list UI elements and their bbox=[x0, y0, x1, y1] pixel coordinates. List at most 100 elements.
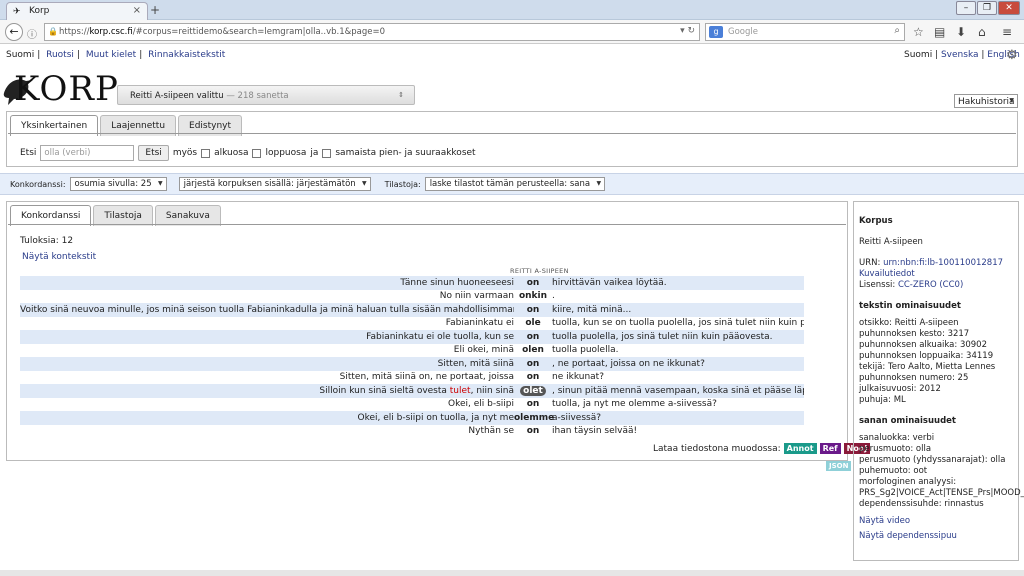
json-button[interactable]: JSON bbox=[826, 461, 852, 471]
corpus-heading: Reitti A-siipeen bbox=[510, 267, 569, 275]
stats-select[interactable]: laske tilastot tämän perusteella: sana bbox=[424, 177, 606, 191]
case-insensitive-checkbox[interactable] bbox=[322, 148, 332, 158]
keyword[interactable]: on bbox=[514, 305, 552, 315]
lang-rinnakkaistekstit[interactable]: Rinnakkaistekstit bbox=[148, 50, 225, 60]
word-prop: morfologinen analyysi: bbox=[859, 477, 957, 487]
maximize-icon[interactable]: ❐ bbox=[977, 1, 997, 15]
back-icon[interactable]: ← bbox=[5, 23, 23, 41]
lang-suomi[interactable]: Suomi bbox=[6, 50, 34, 60]
bookmark-star-icon[interactable]: ☆ bbox=[913, 25, 924, 39]
keyword[interactable]: olen bbox=[514, 345, 552, 355]
keyword[interactable]: on bbox=[514, 278, 552, 288]
corpus-selector-label: Reitti A-siipeen valittu bbox=[130, 91, 224, 101]
search-button[interactable]: Etsi bbox=[138, 145, 169, 161]
hits-per-page-select[interactable]: osumia sivulla: 25 bbox=[69, 177, 167, 191]
lang-ruotsi[interactable]: Ruotsi bbox=[46, 50, 74, 60]
right-context[interactable]: a-siivessä? bbox=[552, 413, 804, 423]
right-context[interactable]: hirvittävän vaikea löytää. bbox=[552, 278, 804, 288]
show-dependency-tree-link[interactable]: Näytä dependenssipuu bbox=[859, 531, 1013, 542]
word-prop: perusmuoto (yhdyssanarajat): olla bbox=[859, 455, 1006, 465]
left-context[interactable]: Fabianinkatu ei ole tuolla, kun se bbox=[20, 332, 514, 342]
left-context[interactable]: No niin varmaan bbox=[20, 291, 514, 301]
options-bar: Konkordanssi: osumia sivulla: 25 järjest… bbox=[0, 173, 1024, 195]
bookmarks-list-icon[interactable]: ▤ bbox=[934, 25, 945, 39]
magnifier-icon[interactable]: ⌕ bbox=[894, 25, 900, 36]
word-props-heading: sanan ominaisuudet bbox=[859, 416, 956, 426]
table-row: Eli okei, minä olen tuolla puolella. bbox=[20, 344, 804, 358]
left-context[interactable]: Sitten, mitä siinä on, ne portaat, joiss… bbox=[20, 372, 514, 382]
metadata-link[interactable]: Kuvailutiedot bbox=[859, 269, 1013, 280]
keyword[interactable]: ole bbox=[514, 318, 552, 328]
minimize-icon[interactable]: – bbox=[956, 1, 976, 15]
reload-icon[interactable]: ▾ ↻ bbox=[680, 26, 695, 36]
kwic-table: Tänne sinun huoneeseesi on hirvittävän v… bbox=[20, 276, 804, 438]
result-tabs: Konkordanssi Tilastoja Sanakuva bbox=[10, 205, 221, 226]
word-prop: PRS_Sg2|VOICE_Act|TENSE_Prs|MOOD_Ind bbox=[859, 488, 1024, 498]
keyword-selected[interactable]: olet bbox=[520, 385, 546, 396]
left-context[interactable]: Eli okei, minä bbox=[20, 345, 514, 355]
google-icon: g bbox=[709, 26, 723, 38]
home-icon[interactable]: ⌂ bbox=[978, 25, 986, 39]
license-link[interactable]: CC-ZERO (CC0) bbox=[898, 280, 963, 290]
text-props-heading: tekstin ominaisuudet bbox=[859, 301, 961, 311]
text-prop: tekijä: Tero Aalto, Mietta Lennes bbox=[859, 362, 996, 372]
right-context[interactable]: ne ikkunat? bbox=[552, 372, 804, 382]
ui-lang-suomi[interactable]: Suomi bbox=[904, 50, 932, 60]
right-context[interactable]: tuolla, kun se on tuolla puolella, jos s… bbox=[552, 318, 804, 328]
prefix-checkbox[interactable] bbox=[201, 148, 211, 158]
text-prop: puhuja: ML bbox=[859, 395, 906, 405]
right-context[interactable]: tuolla puolella. bbox=[552, 345, 804, 355]
gear-icon[interactable]: ⚙ bbox=[1006, 48, 1018, 63]
right-context[interactable]: . bbox=[552, 291, 804, 301]
left-context[interactable]: Okei, eli b-siipi bbox=[20, 399, 514, 409]
left-context[interactable]: Sitten, mitä siinä bbox=[20, 359, 514, 369]
search-input[interactable]: olla (verbi) bbox=[40, 145, 135, 161]
left-context[interactable]: Okei, eli b-siipi on tuolla, ja nyt me bbox=[20, 413, 514, 423]
left-context[interactable]: Nythän se bbox=[20, 426, 514, 436]
browser-tab[interactable]: ✈ Korp × bbox=[6, 2, 148, 20]
keyword[interactable]: olemme bbox=[514, 413, 554, 423]
tab-konkordanssi[interactable]: Konkordanssi bbox=[10, 205, 92, 226]
word-prop: perusmuoto: olla bbox=[859, 444, 932, 454]
info-icon[interactable]: ⓘ bbox=[27, 26, 37, 41]
keyword[interactable]: on bbox=[514, 372, 552, 382]
download-ref-button[interactable]: Ref bbox=[819, 443, 841, 454]
show-context-link[interactable]: Näytä kontekstit bbox=[22, 252, 96, 262]
keyword[interactable]: onkin bbox=[514, 291, 552, 301]
left-context[interactable]: Silloin kun sinä sieltä ovesta tulet, ni… bbox=[20, 386, 514, 396]
left-context[interactable]: Fabianinkatu ei bbox=[20, 318, 514, 328]
menu-icon[interactable]: ≡ bbox=[1002, 25, 1012, 39]
close-window-icon[interactable]: ✕ bbox=[998, 1, 1020, 15]
close-tab-icon[interactable]: × bbox=[133, 5, 141, 16]
lang-muut-kielet[interactable]: Muut kielet bbox=[86, 50, 136, 60]
sort-select[interactable]: järjestä korpuksen sisällä: järjestämätö… bbox=[178, 177, 371, 191]
url-bar[interactable]: 🔒 https://korp.csc.fi/#corpus=reittidemo… bbox=[44, 23, 700, 41]
url-domain: korp.csc.fi bbox=[89, 27, 133, 37]
download-annot-button[interactable]: Annot bbox=[783, 443, 817, 454]
tab-tilastoja[interactable]: Tilastoja bbox=[93, 205, 153, 226]
right-context[interactable]: tuolla, ja nyt me olemme a-siivessä? bbox=[552, 399, 804, 409]
text-prop: otsikko: Reitti A-siipeen bbox=[859, 318, 959, 328]
left-context[interactable]: Tänne sinun huoneeseesi bbox=[20, 278, 514, 288]
left-context[interactable]: Voitko sinä neuvoa minulle, jos minä sei… bbox=[20, 305, 514, 315]
keyword[interactable]: on bbox=[514, 332, 552, 342]
tab-sanakuva[interactable]: Sanakuva bbox=[154, 205, 221, 226]
ui-lang-svenska[interactable]: Svenska bbox=[941, 50, 979, 60]
urn-link[interactable]: urn:nbn:fi:lb-100110012817 bbox=[883, 258, 1003, 268]
download-icon[interactable]: ⬇ bbox=[956, 25, 966, 39]
keyword[interactable]: on bbox=[514, 399, 552, 409]
suffix-checkbox[interactable] bbox=[252, 148, 262, 158]
right-context[interactable]: kiire, mitä minä... bbox=[552, 305, 804, 315]
show-video-link[interactable]: Näytä video bbox=[859, 516, 1013, 527]
right-context[interactable]: , sinun pitää mennä vasempaan, koska sin… bbox=[552, 386, 804, 396]
corpus-selector[interactable]: Reitti A-siipeen valittu — 218 sanetta ⇕ bbox=[117, 85, 415, 105]
right-context[interactable]: ihan täysin selvää! bbox=[552, 426, 804, 436]
history-select[interactable]: Hakuhistoria bbox=[954, 94, 1018, 108]
browser-search-input[interactable]: g Google ⌕ bbox=[705, 23, 905, 41]
keyword[interactable]: on bbox=[514, 359, 552, 369]
right-context[interactable]: , ne portaat, joissa on ne ikkunat? bbox=[552, 359, 804, 369]
new-tab-button[interactable]: + bbox=[150, 3, 160, 17]
keyword[interactable]: on bbox=[514, 426, 552, 436]
right-context[interactable]: tuolla puolella, jos sinä tulet niin kui… bbox=[552, 332, 804, 342]
case-insensitive-label: samaista pien- ja suuraakkoset bbox=[335, 148, 476, 158]
